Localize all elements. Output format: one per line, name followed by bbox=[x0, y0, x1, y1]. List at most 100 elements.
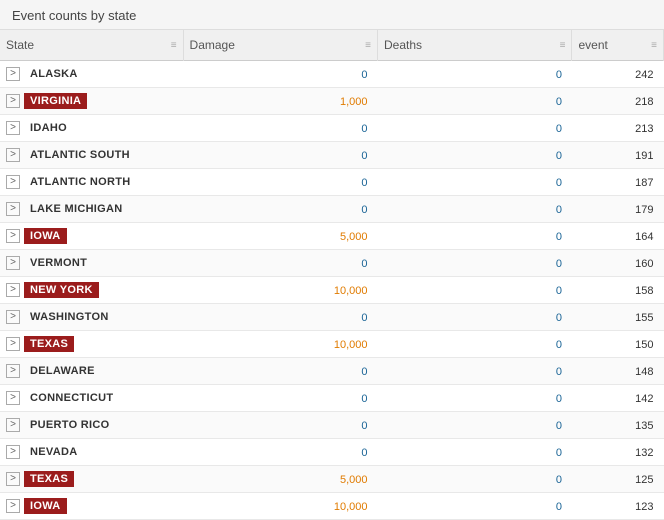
deaths-value: 0 bbox=[556, 204, 562, 216]
expand-button[interactable]: > bbox=[6, 229, 20, 243]
state-cell: > IDAHO bbox=[0, 115, 183, 142]
deaths-cell: 0 bbox=[378, 385, 572, 412]
damage-cell: 0 bbox=[183, 250, 377, 277]
table-row: > DELAWARE 00148 bbox=[0, 358, 664, 385]
table-row: > ALASKA 00242 bbox=[0, 61, 664, 88]
table-row: > VERMONT 0 0 160 bbox=[0, 250, 664, 277]
state-label: VERMONT bbox=[24, 255, 93, 271]
expand-button[interactable]: > bbox=[6, 391, 20, 405]
damage-value: 5,000 bbox=[340, 474, 368, 486]
event-cell: 164 bbox=[572, 223, 664, 250]
deaths-cell: 0 bbox=[378, 439, 572, 466]
expand-button[interactable]: > bbox=[6, 202, 20, 216]
expand-button[interactable]: > bbox=[6, 337, 20, 351]
event-value: 155 bbox=[635, 312, 653, 324]
deaths-filter-icon[interactable]: ≡ bbox=[560, 40, 566, 51]
expand-button[interactable]: > bbox=[6, 310, 20, 324]
damage-cell: 0 bbox=[183, 196, 377, 223]
state-label: VIRGINIA bbox=[24, 93, 87, 109]
deaths-value: 0 bbox=[556, 123, 562, 135]
deaths-value: 0 bbox=[556, 420, 562, 432]
expand-button[interactable]: > bbox=[6, 94, 20, 108]
state-filter-icon[interactable]: ≡ bbox=[171, 40, 177, 51]
damage-value: 0 bbox=[361, 177, 367, 189]
table-row: > IOWA 5,000 0 164 bbox=[0, 223, 664, 250]
deaths-value: 0 bbox=[556, 96, 562, 108]
table-row: > ATLANTIC NORTH 00187 bbox=[0, 169, 664, 196]
table-header-row: State ≡ Damage ≡ Deaths ≡ bbox=[0, 30, 664, 61]
table-row: > VIRGINIA 1,0000218 bbox=[0, 88, 664, 115]
expand-button[interactable]: > bbox=[6, 499, 20, 513]
state-label: NEW YORK bbox=[24, 282, 99, 298]
deaths-cell: 0 bbox=[378, 493, 572, 520]
state-cell: > VERMONT bbox=[0, 250, 183, 277]
col-header-damage: Damage ≡ bbox=[183, 30, 377, 61]
damage-cell: 5,000 bbox=[183, 223, 377, 250]
table-row: > TEXAS 5,000 0 125 bbox=[0, 466, 664, 493]
deaths-value: 0 bbox=[556, 258, 562, 270]
state-cell: > CONNECTICUT bbox=[0, 385, 183, 412]
expand-button[interactable]: > bbox=[6, 67, 20, 81]
expand-button[interactable]: > bbox=[6, 283, 20, 297]
damage-value: 0 bbox=[361, 447, 367, 459]
expand-button[interactable]: > bbox=[6, 364, 20, 378]
deaths-cell: 0 bbox=[378, 358, 572, 385]
table-row: > CONNECTICUT 00142 bbox=[0, 385, 664, 412]
event-value: 242 bbox=[635, 69, 653, 81]
event-value: 213 bbox=[635, 123, 653, 135]
deaths-value: 0 bbox=[556, 501, 562, 513]
deaths-cell: 0 bbox=[378, 304, 572, 331]
state-cell: > IOWA bbox=[0, 223, 183, 250]
deaths-value: 0 bbox=[556, 150, 562, 162]
deaths-cell: 0 bbox=[378, 88, 572, 115]
damage-cell: 0 bbox=[183, 304, 377, 331]
damage-filter-icon[interactable]: ≡ bbox=[365, 40, 371, 51]
deaths-value: 0 bbox=[556, 474, 562, 486]
state-label: TEXAS bbox=[24, 471, 74, 487]
deaths-value: 0 bbox=[556, 285, 562, 297]
state-cell: > IOWA bbox=[0, 493, 183, 520]
expand-button[interactable]: > bbox=[6, 256, 20, 270]
event-value: 160 bbox=[635, 258, 653, 270]
state-label: WASHINGTON bbox=[24, 309, 115, 325]
expand-button[interactable]: > bbox=[6, 175, 20, 189]
state-cell: > TEXAS bbox=[0, 331, 183, 358]
state-label: CONNECTICUT bbox=[24, 390, 119, 406]
damage-cell: 0 bbox=[183, 412, 377, 439]
deaths-value: 0 bbox=[556, 231, 562, 243]
expand-button[interactable]: > bbox=[6, 418, 20, 432]
damage-value: 0 bbox=[361, 312, 367, 324]
expand-button[interactable]: > bbox=[6, 148, 20, 162]
col-header-state: State ≡ bbox=[0, 30, 183, 61]
event-filter-icon[interactable]: ≡ bbox=[651, 40, 657, 51]
deaths-cell: 0 bbox=[378, 115, 572, 142]
expand-button[interactable]: > bbox=[6, 121, 20, 135]
event-cell: 213 bbox=[572, 115, 664, 142]
expand-button[interactable]: > bbox=[6, 445, 20, 459]
deaths-cell: 0 bbox=[378, 169, 572, 196]
damage-cell: 0 bbox=[183, 169, 377, 196]
state-cell: > VIRGINIA bbox=[0, 88, 183, 115]
event-value: 148 bbox=[635, 366, 653, 378]
event-cell: 150 bbox=[572, 331, 664, 358]
state-cell: > DELAWARE bbox=[0, 358, 183, 385]
damage-value: 10,000 bbox=[334, 501, 368, 513]
state-label: PUERTO RICO bbox=[24, 417, 116, 433]
col-header-deaths: Deaths ≡ bbox=[378, 30, 572, 61]
event-cell: 125 bbox=[572, 466, 664, 493]
state-label: NEVADA bbox=[24, 444, 83, 460]
table-row: > PUERTO RICO 00135 bbox=[0, 412, 664, 439]
damage-value: 0 bbox=[361, 258, 367, 270]
state-label: TEXAS bbox=[24, 336, 74, 352]
state-cell: > ATLANTIC SOUTH bbox=[0, 142, 183, 169]
deaths-cell: 0 bbox=[378, 331, 572, 358]
state-label: LAKE MICHIGAN bbox=[24, 201, 129, 217]
state-label: IOWA bbox=[24, 498, 67, 514]
event-cell: 123 bbox=[572, 493, 664, 520]
table-row: > ATLANTIC SOUTH 00191 bbox=[0, 142, 664, 169]
event-cell: 242 bbox=[572, 61, 664, 88]
event-value: 187 bbox=[635, 177, 653, 189]
expand-button[interactable]: > bbox=[6, 472, 20, 486]
table-row: > NEVADA 00132 bbox=[0, 439, 664, 466]
event-value: 158 bbox=[635, 285, 653, 297]
